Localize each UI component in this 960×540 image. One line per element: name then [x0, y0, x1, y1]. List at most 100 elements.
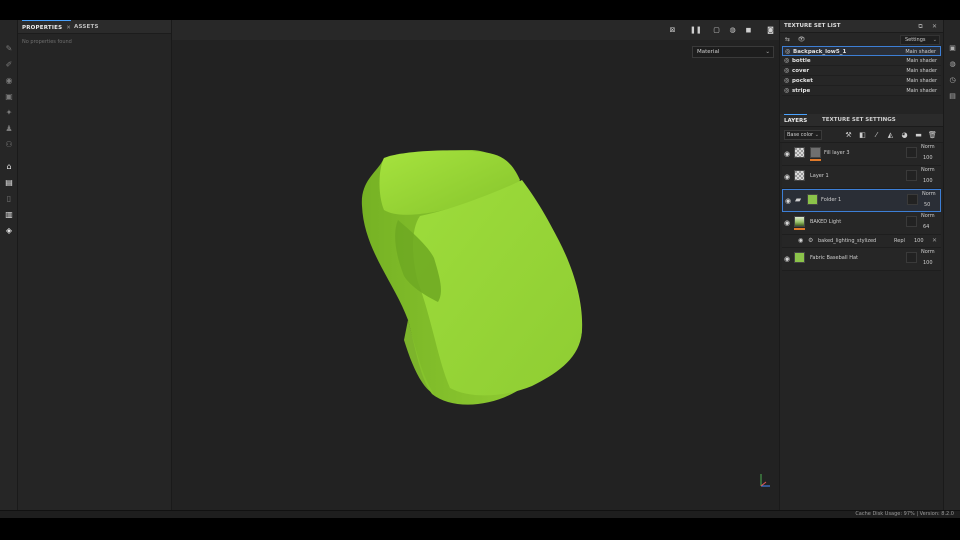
eye-icon[interactable]: ◉	[784, 173, 790, 181]
layer-row[interactable]: ◉ Fill layer 3 Norm 100	[782, 143, 941, 166]
layer-opacity[interactable]: 100	[923, 178, 933, 184]
toggle-2d-icon[interactable]: ⊠	[668, 26, 677, 35]
texture-set-list-icon[interactable]: ▣	[948, 44, 957, 53]
paint-brush-icon[interactable]: ✎	[4, 44, 14, 54]
geometry-mask-icon[interactable]: ▣	[4, 92, 14, 102]
eye-icon[interactable]: ◎	[784, 67, 789, 75]
blend-mode[interactable]: Norm	[921, 249, 935, 255]
texture-set-shader[interactable]: Main shader	[906, 86, 937, 96]
backpack-model	[361, 150, 583, 405]
mask-slot[interactable]	[906, 147, 917, 158]
delete-icon[interactable]: 🗑	[928, 131, 937, 140]
blend-mode[interactable]: Norm	[921, 144, 935, 150]
tab-layers[interactable]: LAYERS	[784, 114, 808, 128]
layer-opacity[interactable]: 100	[923, 260, 933, 266]
eye-icon[interactable]: ◉	[784, 255, 790, 263]
shelf-icon[interactable]: ◈	[4, 226, 14, 236]
camera-icon[interactable]: ◼	[744, 26, 753, 35]
layer-opacity[interactable]: 50	[924, 202, 930, 208]
eye-icon[interactable]: ◎	[785, 48, 790, 56]
viewport-mode-select[interactable]: Material ⌄	[692, 46, 774, 58]
layer-row[interactable]: ◉ Layer 1 Norm 100	[782, 166, 941, 189]
display-settings-icon[interactable]: ◍	[948, 60, 957, 69]
folder-layer-row[interactable]: ◉ ▰ Folder 1 Norm 50	[782, 189, 941, 212]
add-paint-layer-icon[interactable]: ⁄	[872, 131, 881, 140]
pause-icon[interactable]: ❚❚	[690, 26, 702, 35]
material-picker-icon[interactable]: ⚇	[4, 140, 14, 150]
smudge-icon[interactable]: ✦	[4, 108, 14, 118]
backpack-body	[361, 150, 583, 405]
texture-set-row[interactable]: ◎ bottle Main shader	[782, 56, 941, 66]
chevron-down-icon: ⌄	[765, 49, 770, 55]
texture-set-row[interactable]: ◎ pocket Main shader	[782, 76, 941, 86]
eraser-icon[interactable]: ✐	[4, 60, 14, 70]
layer-row[interactable]: ◉ Fabric Baseball Hat Norm 100	[782, 248, 941, 271]
layer-row[interactable]: ◉ BAKED Light Norm 64	[782, 212, 941, 235]
close-icon[interactable]: ✕	[66, 25, 71, 31]
texture-set-icon[interactable]: ▯	[4, 194, 14, 204]
blend-mode[interactable]: Norm	[921, 213, 935, 219]
eye-icon[interactable]: ◎	[784, 57, 789, 65]
add-effect-icon[interactable]: ⚒	[844, 131, 853, 140]
eye-icon[interactable]: ◉	[784, 219, 790, 227]
add-smart-material-icon[interactable]: ◕	[900, 131, 909, 140]
effect-blend-mode[interactable]: Repl	[894, 238, 905, 244]
layer-thumbnail	[794, 170, 805, 181]
close-icon[interactable]: ✕	[930, 22, 939, 31]
clone-icon[interactable]: ♟	[4, 124, 14, 134]
backpack-side-pocket	[395, 220, 441, 302]
tab-properties[interactable]: PROPERTIES ✕	[22, 20, 72, 34]
tab-texture-set-settings[interactable]: TEXTURE SET SETTINGS	[822, 114, 896, 127]
mask-slot[interactable]	[906, 252, 917, 263]
eye-icon[interactable]: 👁	[797, 35, 806, 44]
mask-slot[interactable]	[906, 170, 917, 181]
texture-set-name: pocket	[792, 78, 813, 84]
layer-opacity[interactable]: 100	[923, 155, 933, 161]
eye-icon[interactable]: ◎	[784, 87, 789, 95]
eye-icon[interactable]: ◉	[785, 197, 791, 205]
history-icon[interactable]: ◷	[948, 76, 957, 85]
add-fill-layer-icon[interactable]: ◭	[886, 131, 895, 140]
eye-icon[interactable]: ◉	[798, 237, 803, 244]
layer-name: Fabric Baseball Hat	[810, 255, 859, 261]
screenshot-icon[interactable]: ◙	[766, 26, 775, 35]
layers-tab-bar: LAYERS TEXTURE SET SETTINGS	[780, 114, 943, 127]
blend-mode[interactable]: Norm	[922, 191, 936, 197]
eye-icon[interactable]: ◉	[784, 150, 790, 158]
3d-viewport[interactable]: ⊠ ❚❚ ▢ ◍ ◼ ◙ Material ⌄	[172, 20, 779, 510]
swap-icon[interactable]: ⇆	[783, 35, 792, 44]
filter-icon: ⚙	[808, 237, 814, 244]
layer-opacity[interactable]: 64	[923, 224, 929, 230]
layers-stack-icon[interactable]: ▤	[4, 178, 14, 188]
projection-icon[interactable]: ◉	[4, 76, 14, 86]
texture-set-shader[interactable]: Main shader	[906, 76, 937, 86]
folder-icon[interactable]: ▰	[795, 196, 801, 204]
texture-set-list-title: TEXTURE SET LIST	[784, 23, 841, 29]
texture-set-shader[interactable]: Main shader	[906, 56, 937, 66]
bake-icon[interactable]: ⌂	[4, 162, 14, 172]
tab-assets[interactable]: ASSETS	[74, 20, 99, 34]
effect-opacity[interactable]: 100	[914, 238, 924, 244]
mask-slot[interactable]	[906, 216, 917, 227]
texture-set-row[interactable]: ◎ stripe Main shader	[782, 86, 941, 96]
log-icon[interactable]: ▤	[948, 92, 957, 101]
mask-slot[interactable]	[907, 194, 918, 205]
eye-icon[interactable]: ◎	[784, 77, 789, 85]
add-mask-icon[interactable]: ◧	[858, 131, 867, 140]
channel-select[interactable]: Base color ⌄	[784, 130, 822, 140]
close-icon[interactable]: ✕	[932, 237, 937, 244]
add-folder-icon[interactable]: ▬	[914, 131, 923, 140]
export-icon[interactable]: ▥	[4, 210, 14, 220]
material-indicator	[810, 159, 821, 161]
undock-icon[interactable]: ⧉	[916, 22, 925, 31]
settings-dropdown[interactable]: Settings ⌄	[900, 35, 940, 45]
texture-set-name: stripe	[792, 88, 811, 94]
texture-set-row[interactable]: ◎ cover Main shader	[782, 66, 941, 76]
frame-view-icon[interactable]: ▢	[712, 26, 721, 35]
environment-icon[interactable]: ◍	[728, 26, 737, 35]
texture-set-shader[interactable]: Main shader	[906, 66, 937, 76]
application-window: ✎ ✐ ◉ ▣ ✦ ♟ ⚇ ⌂ ▤ ▯ ▥ ◈ PROPERTIES ✕ ASSE…	[0, 20, 960, 510]
texture-set-row[interactable]: ◎ Backpack_low5_1 Main shader	[782, 46, 941, 56]
effect-row[interactable]: ◉ ⚙ baked_lighting_stylized Repl 100 ✕	[782, 235, 941, 248]
blend-mode[interactable]: Norm	[921, 167, 935, 173]
